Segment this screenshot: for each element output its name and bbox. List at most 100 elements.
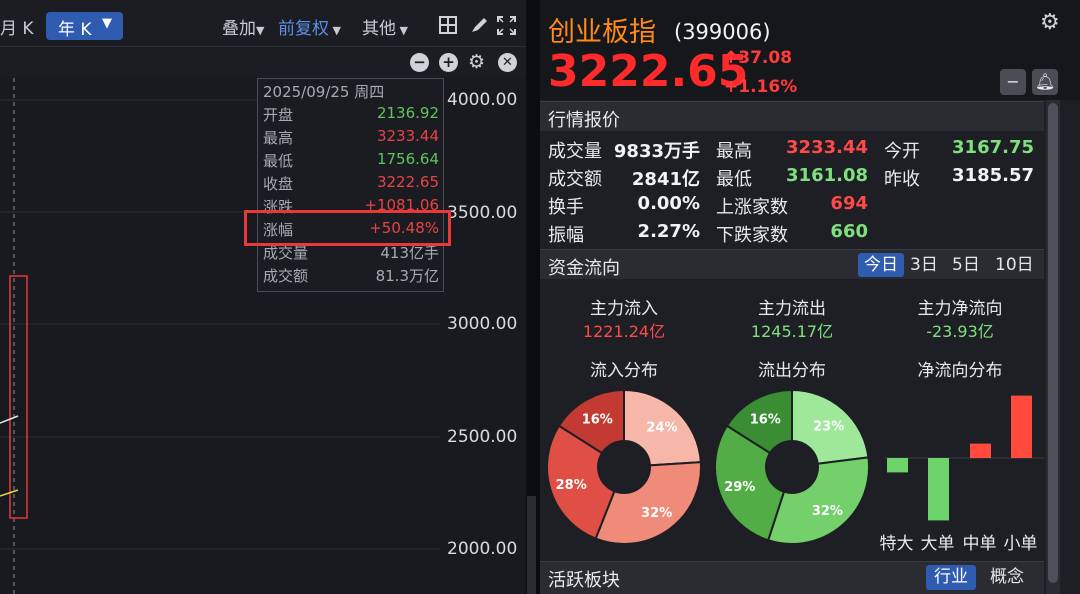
y-tick: 2000.00: [447, 539, 518, 559]
outflow-label: 主力流出: [758, 299, 826, 319]
section-title: 资金流向: [548, 258, 620, 279]
tooltip-row-label: 成交额: [263, 267, 309, 285]
outflow-slice-label: 16%: [750, 412, 781, 427]
outflow-slice-label: 23%: [813, 419, 844, 434]
chart-settings-icon[interactable]: ⚙: [468, 51, 485, 73]
tab-concept[interactable]: 概念: [990, 565, 1024, 590]
zoom-out-icon[interactable]: −: [410, 53, 429, 72]
quote-value: 2.27%: [637, 221, 700, 242]
other-menu[interactable]: 其他 ▼: [362, 14, 408, 39]
tooltip-row: 收盘 3222.65: [263, 173, 439, 194]
tooltip-row-value: 81.3万亿: [375, 267, 439, 285]
tooltip-row: 开盘 2136.92: [263, 104, 439, 125]
tab-industry[interactable]: 行业: [926, 565, 976, 590]
index-name: 创业板指: [548, 17, 656, 48]
outflow-dist-title: 流出分布: [758, 361, 826, 381]
overlay-menu[interactable]: 叠加▼: [222, 14, 264, 39]
y-tick: 4000.00: [447, 90, 518, 110]
ma-line: [0, 489, 19, 497]
bell-icon[interactable]: 🔔︎: [1032, 69, 1058, 95]
fullscreen-icon[interactable]: [497, 16, 516, 35]
ma-line: [0, 415, 19, 424]
candle-body: [9, 275, 28, 519]
outflow-value: 1245.17亿: [750, 322, 834, 341]
y-tick: 3000.00: [447, 314, 518, 334]
scrollbar-thumb[interactable]: [1048, 103, 1058, 583]
close-icon[interactable]: ✕: [498, 53, 517, 72]
inflow-label: 主力流入: [590, 299, 658, 319]
inflow-slice-label: 28%: [556, 478, 587, 493]
net-bar-label: 中单: [962, 534, 997, 554]
quote-value: 0.00%: [637, 193, 700, 214]
year-k-tab[interactable]: 年 K ▼: [46, 12, 123, 40]
quote-label: 最高: [716, 141, 752, 162]
net-bar: [928, 458, 949, 521]
net-bar: [1011, 395, 1032, 458]
adjust-menu[interactable]: 前复权 ▼: [278, 14, 341, 39]
up-arrow-icon: ↑: [724, 48, 739, 68]
quote-value: 694: [830, 193, 868, 214]
kline-panel: 月 K 年 K ▼ 叠加▼ 前复权 ▼ 其他 ▼ − + ⚙ ✕ 4000.00 …: [0, 0, 526, 594]
outflow-slice-label: 32%: [812, 504, 843, 519]
tooltip-row: 成交额 81.3万亿: [263, 265, 439, 286]
quote-value: 9833万手: [613, 141, 700, 162]
tooltip-row-value: 3233.44: [376, 127, 439, 145]
layout-icon[interactable]: [439, 16, 457, 34]
highlight-box: [244, 210, 451, 246]
tooltip-row-value: 1756.64: [376, 150, 439, 168]
quote-label: 换手: [548, 197, 584, 218]
chart-scrollbar[interactable]: [527, 496, 536, 594]
chevron-down-icon: ▼: [396, 24, 408, 37]
quote-label: 下跌家数: [716, 225, 788, 246]
tab-10d[interactable]: 10日: [989, 253, 1040, 277]
gear-icon[interactable]: ⚙: [1040, 10, 1060, 35]
draw-pen-icon[interactable]: [469, 15, 489, 35]
net-dist-title: 净流向分布: [917, 361, 1003, 381]
net-bar: [970, 443, 991, 458]
minus-button[interactable]: −: [1000, 69, 1026, 95]
inflow-hole: [599, 442, 649, 492]
tooltip-row-value: 2136.92: [376, 104, 439, 122]
market-grid: 成交量 9833万手 最高 3233.44 今开 3167.75 成交额 2841亿 最低 316…: [540, 131, 1044, 248]
chevron-down-icon: ▼: [329, 24, 341, 37]
y-tick: 2500.00: [447, 427, 518, 447]
quote-value: 2841亿: [631, 169, 700, 190]
quote-header: 创业板指 (399006) 3222.65 ↑37.08 +1.16% ⚙ − …: [540, 0, 1080, 100]
month-k-tab[interactable]: 月 K: [0, 14, 34, 39]
kline-tooltip: 2025/09/25 周四 开盘 2136.92 最高 3233.44 最低 1756.6…: [257, 78, 444, 292]
outflow-donut-chart: 23% 32% 29% 16%: [714, 389, 870, 545]
chart-toolbar: 月 K 年 K ▼ 叠加▼ 前复权 ▼ 其他 ▼: [0, 0, 526, 47]
net-bar-label: 特大: [879, 534, 914, 554]
quote-scrollbar[interactable]: [1046, 100, 1060, 594]
index-code: (399006): [674, 20, 771, 44]
outflow-slice-label: 29%: [724, 480, 755, 495]
capital-section-header: 资金流向 今日 3日 5日 10日: [540, 249, 1044, 279]
quote-label: 成交量: [548, 141, 602, 162]
net-bar-label: 小单: [1003, 534, 1038, 554]
chevron-down-icon: ▼: [102, 16, 112, 31]
tab-5d[interactable]: 5日: [946, 253, 986, 277]
tab-today[interactable]: 今日: [858, 253, 904, 277]
quote-value: 3233.44: [786, 137, 868, 158]
tooltip-row-value: 3222.65: [376, 173, 439, 191]
chevron-down-icon: ▼: [256, 24, 265, 37]
quote-value: 3185.57: [952, 165, 1034, 186]
tooltip-row-label: 成交量: [263, 244, 309, 262]
quote-value: 3167.75: [952, 137, 1034, 158]
tooltip-row-label: 最高: [263, 129, 294, 147]
tab-3d[interactable]: 3日: [904, 253, 944, 277]
inflow-donut-chart: 24% 32% 28% 16%: [546, 389, 702, 545]
zoom-in-icon[interactable]: +: [439, 53, 458, 72]
net-label: 主力净流向: [917, 299, 1003, 319]
quote-label: 昨收: [884, 169, 920, 190]
net-value: -23.93亿: [926, 322, 994, 341]
tooltip-row: 最低 1756.64: [263, 150, 439, 171]
quote-value: 660: [830, 221, 868, 242]
tooltip-date: 2025/09/25 周四: [263, 83, 385, 101]
section-title: 活跃板块: [548, 570, 620, 591]
sector-section-header: 活跃板块 行业 概念: [540, 561, 1044, 594]
tooltip-row-label: 最低: [263, 152, 294, 170]
net-bar: [887, 458, 908, 473]
quote-label: 上涨家数: [716, 197, 788, 218]
quote-label: 今开: [884, 141, 920, 162]
